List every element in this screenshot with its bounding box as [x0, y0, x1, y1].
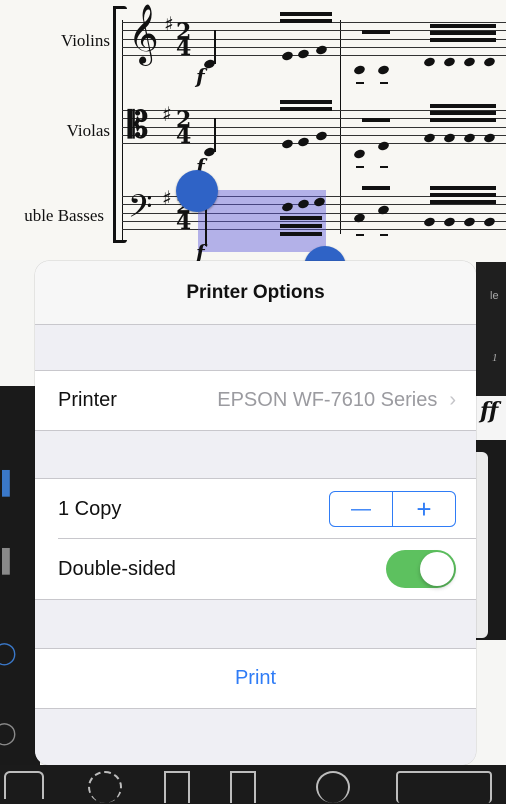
- beam: [430, 31, 496, 35]
- blue-tool-icon[interactable]: ▌: [2, 470, 18, 496]
- note: [422, 56, 437, 68]
- printer-value: EPSON WF-7610 Series: [217, 389, 438, 411]
- tool-icon[interactable]: ▌: [2, 548, 18, 574]
- alto-clef-icon: 𝄡: [128, 104, 149, 146]
- sharp-icon: ♯: [162, 102, 172, 126]
- section-gap: [35, 325, 476, 370]
- inspector-cut-number: 1: [492, 352, 498, 364]
- note: [352, 64, 367, 76]
- decrement-button[interactable]: —: [330, 492, 392, 526]
- copies-label: 1 Copy: [58, 497, 122, 520]
- articulation-mark: [380, 234, 388, 236]
- beam: [280, 232, 322, 236]
- section-gap: [35, 600, 476, 648]
- dynamic-forte: f: [196, 64, 205, 88]
- treble-clef-icon: 𝄞: [128, 4, 159, 64]
- section-gap: [35, 709, 476, 765]
- beam: [430, 118, 496, 122]
- note: [482, 56, 497, 68]
- dynamic-ff-label: ff: [480, 398, 499, 424]
- bracket-curl-top: [113, 6, 127, 9]
- note-stem: [205, 206, 207, 246]
- gear-icon[interactable]: [88, 771, 122, 803]
- left-tool-panel: [0, 386, 40, 766]
- time-signature: 24: [176, 19, 192, 61]
- print-button[interactable]: Print: [35, 648, 476, 709]
- bracket-curl-bottom: [113, 240, 127, 243]
- copies-stepper[interactable]: — +: [329, 491, 456, 527]
- articulation-mark: [380, 166, 388, 168]
- print-label: Print: [234, 667, 277, 689]
- sharp-icon: ♯: [162, 186, 172, 210]
- beam: [362, 186, 390, 190]
- note: [376, 64, 391, 76]
- note: [462, 56, 477, 68]
- increment-button[interactable]: +: [392, 492, 455, 526]
- circle-tool-icon[interactable]: ◯: [0, 640, 17, 666]
- double-sided-toggle[interactable]: [386, 550, 456, 588]
- playback-icon[interactable]: [396, 771, 492, 803]
- beam: [280, 107, 332, 111]
- double-sided-row: Double-sided: [35, 539, 476, 600]
- printer-label: Printer: [58, 389, 117, 411]
- beam: [280, 224, 322, 228]
- articulation-mark: [380, 82, 388, 84]
- inspector-cut-label: le: [490, 290, 499, 302]
- beam: [430, 186, 496, 190]
- section-gap: [35, 431, 476, 478]
- time-signature: 24: [176, 107, 192, 149]
- note-stem: [214, 118, 216, 152]
- note: [352, 148, 367, 160]
- music-score: Violins Violas uble Basses 𝄞 𝄡 𝄢 ♯ ♯ ♯ 2…: [0, 0, 506, 288]
- circle-tool-icon[interactable]: ◯: [0, 720, 17, 746]
- articulation-mark: [356, 234, 364, 236]
- sharp-icon: ♯: [164, 12, 174, 36]
- beam: [362, 30, 390, 34]
- house-icon[interactable]: [4, 771, 44, 799]
- chevron-right-icon: ›: [449, 389, 456, 411]
- selection-start-handle[interactable]: [176, 170, 218, 212]
- right-panel-box: [476, 452, 488, 638]
- printer-options-popover: Printer Options Printer EPSON WF-7610 Se…: [35, 261, 476, 765]
- beam: [362, 118, 390, 122]
- copies-row: 1 Copy — +: [35, 478, 476, 539]
- beam: [430, 193, 496, 197]
- articulation-mark: [356, 82, 364, 84]
- beam: [430, 38, 496, 42]
- beam: [430, 104, 496, 108]
- staff-label-basses: uble Basses: [24, 206, 104, 225]
- popover-title: Printer Options: [35, 261, 476, 325]
- note: [442, 56, 457, 68]
- bottom-toolbar: [0, 765, 506, 804]
- beam: [280, 12, 332, 16]
- printer-row[interactable]: Printer EPSON WF-7610 Series ›: [35, 370, 476, 431]
- staff-label-violins: Violins: [60, 31, 110, 50]
- beam: [280, 100, 332, 104]
- play-icon[interactable]: [316, 771, 350, 803]
- beam: [280, 19, 332, 23]
- double-sided-label: Double-sided: [58, 557, 176, 580]
- beam: [430, 200, 496, 204]
- beam: [430, 24, 496, 28]
- staff-label-violas: Violas: [66, 121, 110, 140]
- bass-clef-icon: 𝄢: [128, 188, 153, 232]
- articulation-mark: [356, 166, 364, 168]
- note-stem: [214, 30, 216, 64]
- beam: [280, 216, 322, 220]
- beam: [430, 111, 496, 115]
- system-bracket: [113, 8, 116, 242]
- document-icon[interactable]: [164, 771, 190, 803]
- toggle-knob: [420, 552, 454, 586]
- share-icon[interactable]: [230, 771, 256, 803]
